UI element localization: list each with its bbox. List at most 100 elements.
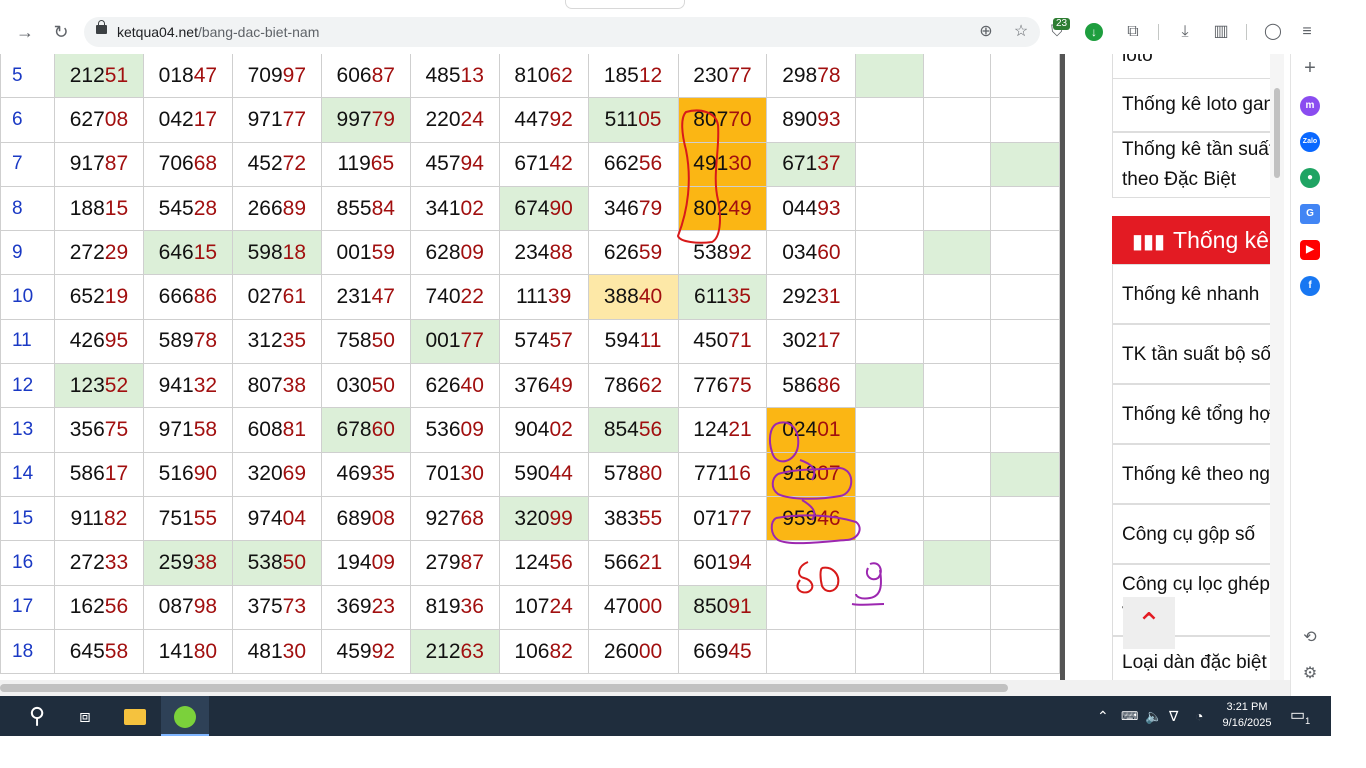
downloads-icon[interactable]: ⤓ (1175, 22, 1195, 42)
vpn-icon[interactable]: ∇ (1169, 696, 1178, 736)
horizontal-scrollbar[interactable] (0, 680, 1290, 696)
puzzle-extensions-icon[interactable]: ⧉ (1123, 22, 1143, 42)
menu-icon[interactable]: ≡ (1297, 22, 1317, 42)
result-head-digits: 298 (782, 63, 818, 87)
table-row: 6 62708 04217 97177 99779 22024 44792 51105 8077… (0, 97, 1060, 143)
result-tail-digits: 82 (103, 506, 128, 530)
download-arrow-icon[interactable]: ↓ (1085, 23, 1103, 41)
result-cell: 67490 (498, 185, 589, 232)
search-icon[interactable]: ⚲ (13, 696, 61, 736)
sidebar-scrollbar[interactable] (1270, 54, 1284, 680)
profile-icon[interactable]: ◯ (1263, 22, 1283, 42)
result-tail-digits: 09 (460, 240, 484, 264)
translate-icon[interactable]: G (1300, 204, 1320, 224)
result-cell: 57457 (498, 318, 589, 365)
result-head-digits: 272 (69, 240, 105, 264)
result-tail-digits: 21 (638, 550, 663, 574)
result-cell: 27233 (53, 540, 144, 586)
sidebar-item[interactable]: Thống kê tần suất theo Đặc Biệt (1112, 132, 1270, 198)
zalo-icon[interactable]: Zalo (1300, 132, 1320, 152)
table-row: 12 12352 94132 80738 03050 62640 37649 78662 776… (0, 363, 1060, 409)
result-cell: 59044 (498, 451, 589, 497)
notification-icon[interactable]: ▭1 (1290, 696, 1310, 736)
url-text[interactable]: ketqua04.net/bang-dac-biet-nam (117, 24, 319, 40)
result-cell: 44792 (498, 97, 589, 143)
star-icon[interactable]: ☆ (1011, 22, 1031, 42)
result-head-digits: 230 (693, 63, 729, 87)
result-head-digits: 819 (425, 595, 461, 619)
result-cell: 60881 (231, 407, 322, 453)
sidebar-item[interactable]: Công cụ gộp số (1112, 504, 1270, 564)
result-cell (923, 628, 992, 675)
add-icon[interactable]: + (1300, 58, 1320, 78)
sidebar-item[interactable]: Thống kê loto gan (1112, 78, 1270, 132)
settings-gear-icon[interactable]: ⚙ (1300, 664, 1320, 684)
lock-icon (96, 20, 107, 34)
result-head-digits: 586 (69, 462, 105, 486)
sidebar-item[interactable]: Thống kê theo ngày (1112, 444, 1270, 504)
history-icon[interactable]: ⟲ (1300, 628, 1320, 648)
result-head-digits: 971 (247, 107, 283, 131)
result-head-digits: 481 (247, 639, 283, 663)
result-cell (855, 230, 925, 276)
address-bar[interactable]: ketqua04.net/bang-dac-biet-nam (84, 17, 1040, 47)
facebook-icon[interactable]: f (1300, 276, 1320, 296)
result-cell: 81062 (498, 54, 589, 99)
sidebar-item[interactable]: Thống kê nhanh (1112, 264, 1270, 324)
result-cell: 80738 (231, 363, 322, 409)
result-head-digits: 292 (782, 285, 818, 309)
result-tail-digits: 59 (638, 240, 663, 264)
result-cell: 22024 (409, 97, 500, 143)
sidebar-item[interactable]: Thống kê tổng hợp (1112, 384, 1270, 444)
result-head-digits: 890 (782, 107, 818, 131)
result-head-digits: 810 (514, 63, 550, 87)
horizontal-scroll-thumb[interactable] (0, 684, 1008, 692)
result-head-digits: 740 (425, 285, 461, 309)
back-to-top-button[interactable]: ⌃ (1123, 597, 1175, 649)
task-view-icon[interactable]: ⧈ (61, 696, 109, 736)
section-title: Thống kê (1173, 227, 1269, 253)
keyboard-icon[interactable]: ⌨ (1121, 696, 1138, 736)
sidebar-scroll-thumb[interactable] (1274, 88, 1280, 178)
coccoc-browser-icon[interactable] (161, 696, 209, 736)
file-explorer-icon[interactable] (111, 696, 159, 736)
result-cell: 48130 (231, 628, 322, 675)
youtube-icon[interactable]: ▶ (1300, 240, 1320, 260)
show-hidden-icons[interactable]: ⌃ (1097, 696, 1109, 736)
messenger-icon[interactable]: m (1300, 96, 1320, 116)
result-head-digits: 917 (69, 152, 105, 176)
result-head-digits: 578 (603, 462, 639, 486)
result-tail-digits: 68 (460, 506, 484, 530)
table-scrollbar[interactable] (1060, 54, 1065, 680)
reload-icon[interactable]: ↻ (49, 20, 73, 44)
result-head-digits: 771 (694, 462, 728, 486)
result-tail-digits: 49 (549, 373, 573, 397)
result-tail-digits: 38 (282, 373, 306, 397)
sidebar-item[interactable]: TK tần suất bộ số (1112, 324, 1270, 384)
result-cell: 29231 (766, 274, 857, 320)
result-cell (923, 141, 992, 187)
zoom-icon[interactable]: ⊕ (976, 22, 996, 42)
result-cell: 48513 (409, 54, 500, 99)
forward-icon[interactable]: → (13, 20, 37, 44)
game-icon[interactable]: ● (1300, 168, 1320, 188)
clock[interactable]: 3:21 PM 9/16/2025 (1214, 699, 1280, 731)
result-cell (990, 230, 1060, 276)
result-tail-digits: 59 (371, 240, 395, 264)
result-tail-digits: 88 (549, 240, 573, 264)
result-head-digits: 375 (247, 595, 283, 619)
results-table-area: 5 21251 01847 70997 60687 48513 81062 18512 2307… (0, 54, 1060, 680)
result-cell: 94132 (142, 363, 233, 409)
result-cell (855, 54, 925, 99)
result-head-digits: 626 (603, 240, 639, 264)
volume-icon[interactable]: 🔈 (1145, 696, 1162, 736)
result-cell (855, 495, 925, 542)
table-row: 18 64558 14180 48130 45992 21263 10682 26000 669… (0, 628, 1060, 675)
wifi-icon[interactable]: ◔ (1195, 696, 1203, 736)
result-head-digits: 671 (782, 152, 818, 176)
result-tail-digits: 45 (728, 639, 752, 663)
side-panel-icon[interactable]: ▥ (1211, 22, 1231, 42)
result-head-digits: 279 (425, 550, 461, 574)
row-number: 5 (0, 54, 55, 99)
result-tail-digits: 99 (549, 506, 573, 530)
